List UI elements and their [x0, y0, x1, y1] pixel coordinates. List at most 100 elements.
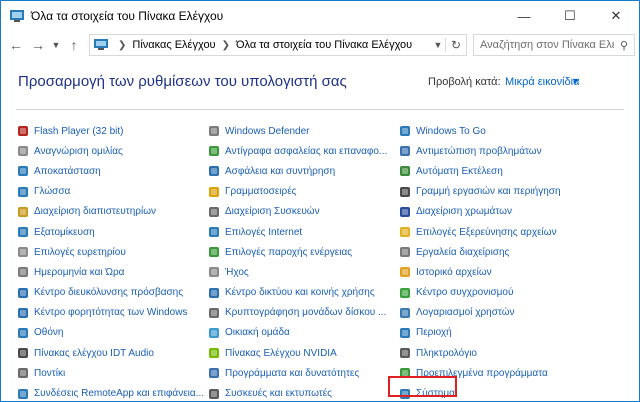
- control-panel-item[interactable]: Γραμματοσειρές: [208, 182, 399, 202]
- control-panel-item[interactable]: Πληκτρολόγιο: [399, 343, 619, 363]
- address-bar[interactable]: ❯ Πίνακας Ελέγχου ❯ Όλα τα στοιχεία του …: [89, 34, 467, 56]
- control-panel-item[interactable]: Αντιμετώπιση προβλημάτων: [399, 141, 619, 161]
- mobility-icon: [17, 307, 29, 319]
- control-panel-item[interactable]: Διαχείριση Συσκευών: [208, 202, 399, 222]
- control-panel-item-label: Flash Player (32 bit): [34, 125, 124, 137]
- control-panel-item[interactable]: Συνδέσεις RemoteApp και επιφάνεια...: [17, 383, 208, 401]
- control-panel-item[interactable]: Επιλογές Εξερεύνησης αρχείων: [399, 222, 619, 242]
- control-panel-item[interactable]: Εργαλεία διαχείρισης: [399, 242, 619, 262]
- control-panel-item[interactable]: Αποκατάσταση: [17, 161, 208, 181]
- control-panel-item[interactable]: Οθόνη: [17, 323, 208, 343]
- windows-to-go-icon: [399, 125, 411, 137]
- control-panel-item[interactable]: Ασφάλεια και συντήρηση: [208, 161, 399, 181]
- control-panel-item-label: Διαχείριση χρωμάτων: [416, 206, 512, 218]
- control-panel-item[interactable]: Flash Player (32 bit): [17, 121, 208, 141]
- flag-icon: [208, 165, 220, 177]
- control-panel-item[interactable]: Λογαριασμοί χρηστών: [399, 303, 619, 323]
- maximize-button[interactable]: ☐: [547, 1, 593, 31]
- control-panel-item[interactable]: Ποντίκι: [17, 363, 208, 383]
- power-icon: [208, 246, 220, 258]
- control-panel-item-label: Windows Defender: [225, 125, 310, 137]
- control-panel-item[interactable]: Επιλογές παροχής ενέργειας: [208, 242, 399, 262]
- minimize-button[interactable]: —: [501, 1, 547, 31]
- control-panel-item[interactable]: Windows Defender: [208, 121, 399, 141]
- control-panel-item-label: Αποκατάσταση: [34, 165, 101, 177]
- control-panel-item[interactable]: Πίνακας Ελέγχου NVIDIA: [208, 343, 399, 363]
- chevron-down-icon[interactable]: ▼: [571, 76, 580, 86]
- control-panel-icon: [9, 9, 25, 23]
- close-button[interactable]: ✕: [593, 1, 639, 31]
- personalization-icon: [17, 226, 29, 238]
- forward-button[interactable]: →: [27, 34, 49, 56]
- title-bar: Όλα τα στοιχεία του Πίνακα Ελέγχου — ☐ ✕: [1, 1, 639, 31]
- divider: [16, 109, 624, 110]
- language-icon: [17, 186, 29, 198]
- control-panel-item[interactable]: Κέντρο συγχρονισμού: [399, 283, 619, 303]
- idt-audio-icon: [17, 347, 29, 359]
- control-panel-item-label: Επιλογές Internet: [225, 226, 303, 238]
- control-panel-item-label: Κρυπτογράφηση μονάδων δίσκου ...: [225, 307, 387, 319]
- troubleshoot-icon: [399, 145, 411, 157]
- control-panel-item[interactable]: Ήχος: [208, 262, 399, 282]
- control-panel-item-label: Εργαλεία διαχείρισης: [416, 246, 510, 258]
- control-panel-item-label: Κέντρο δικτύου και κοινής χρήσης: [225, 287, 375, 299]
- remoteapp-icon: [17, 388, 29, 400]
- control-panel-item[interactable]: Γλώσσα: [17, 182, 208, 202]
- control-panel-icon: [94, 39, 108, 51]
- control-panel-item[interactable]: Ημερομηνία και Ώρα: [17, 262, 208, 282]
- control-panel-item[interactable]: Κέντρο διευκόλυνσης πρόσβασης: [17, 283, 208, 303]
- chevron-right-icon: ❯: [118, 39, 127, 51]
- back-button[interactable]: ←: [5, 34, 27, 56]
- refresh-icon[interactable]: ↻: [445, 38, 466, 52]
- control-panel-item[interactable]: Εξατομίκευση: [17, 222, 208, 242]
- control-panel-item[interactable]: Συσκευές και εκτυπωτές: [208, 383, 399, 401]
- control-panel-item[interactable]: Windows To Go: [399, 121, 619, 141]
- control-panel-item[interactable]: Αντίγραφα ασφαλείας και επαναφο...: [208, 141, 399, 161]
- autoplay-icon: [399, 165, 411, 177]
- search-input[interactable]: Αναζήτηση στον Πίνακα Ελέγ...: [474, 39, 614, 51]
- page-title: Προσαρμογή των ρυθμίσεων του υπολογιστή …: [18, 73, 347, 90]
- control-panel-item[interactable]: Προγράμματα και δυνατότητες: [208, 363, 399, 383]
- nvidia-icon: [208, 347, 220, 359]
- indexing-icon: [17, 246, 29, 258]
- control-panel-item[interactable]: Επιλογές Internet: [208, 222, 399, 242]
- control-panel-item[interactable]: Ιστορικό αρχείων: [399, 262, 619, 282]
- chevron-down-icon[interactable]: ▼: [431, 40, 445, 50]
- control-panel-item[interactable]: Γραμμή εργασιών και περιήγηση: [399, 182, 619, 202]
- keyboard-icon: [399, 347, 411, 359]
- control-panel-item[interactable]: Αναγνώριση ομιλίας: [17, 141, 208, 161]
- search-icon[interactable]: ⚲: [614, 39, 634, 52]
- control-panel-item-label: Προγράμματα και δυνατότητες: [225, 367, 360, 379]
- recent-locations-button[interactable]: ▼: [49, 34, 63, 56]
- control-panel-item-label: Πληκτρολόγιο: [416, 347, 477, 359]
- breadcrumb-all-items[interactable]: Όλα τα στοιχεία του Πίνακα Ελέγχου: [236, 39, 412, 51]
- network-icon: [208, 287, 220, 299]
- control-panel-item-label: Πίνακας ελέγχου IDT Audio: [34, 347, 154, 359]
- control-panel-item[interactable]: Περιοχή: [399, 323, 619, 343]
- control-panel-item-label: Εξατομίκευση: [34, 226, 95, 238]
- user-accounts-icon: [399, 307, 411, 319]
- control-panel-item[interactable]: Διαχείριση χρωμάτων: [399, 202, 619, 222]
- control-panel-item-label: Ιστορικό αρχείων: [416, 266, 492, 278]
- control-panel-item[interactable]: Επιλογές ευρετηρίου: [17, 242, 208, 262]
- fonts-icon: [208, 186, 220, 198]
- up-button[interactable]: ↑: [63, 34, 85, 56]
- control-panel-item-label: Γραμμή εργασιών και περιήγηση: [416, 186, 561, 198]
- control-panel-item[interactable]: Κέντρο φορητότητας των Windows: [17, 303, 208, 323]
- control-panel-item[interactable]: Κέντρο δικτύου και κοινής χρήσης: [208, 283, 399, 303]
- breadcrumb-control-panel[interactable]: Πίνακας Ελέγχου: [132, 39, 215, 51]
- control-panel-item[interactable]: Διαχείριση διαπιστευτηρίων: [17, 202, 208, 222]
- control-panel-item[interactable]: Αυτόματη Εκτέλεση: [399, 161, 619, 181]
- control-panel-item[interactable]: Κρυπτογράφηση μονάδων δίσκου ...: [208, 303, 399, 323]
- taskbar-icon: [399, 186, 411, 198]
- control-panel-item-label: Κέντρο διευκόλυνσης πρόσβασης: [34, 287, 184, 299]
- control-panel-item[interactable]: Πίνακας ελέγχου IDT Audio: [17, 343, 208, 363]
- control-panel-item-label: Πίνακας Ελέγχου NVIDIA: [225, 347, 337, 359]
- recovery-icon: [17, 165, 29, 177]
- bitlocker-icon: [208, 307, 220, 319]
- search-box[interactable]: Αναζήτηση στον Πίνακα Ελέγ... ⚲: [473, 34, 635, 56]
- control-panel-item[interactable]: Οικιακή ομάδα: [208, 323, 399, 343]
- ease-of-access-icon: [17, 287, 29, 299]
- view-by-dropdown[interactable]: Μικρά εικονίδια: [505, 76, 579, 88]
- arrow-right-icon: →: [31, 37, 45, 53]
